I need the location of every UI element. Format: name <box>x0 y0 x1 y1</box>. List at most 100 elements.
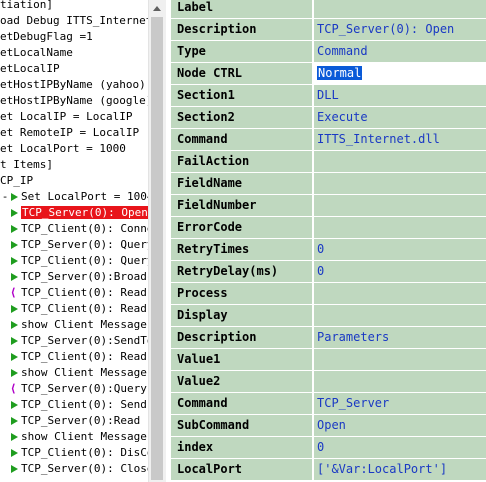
property-row[interactable]: LocalPort ['&Var:LocalPort'] <box>171 459 486 481</box>
tree-item-label: tiation] <box>0 0 53 11</box>
tree-item[interactable]: etDebugFlag =1 <box>0 29 93 45</box>
tree-item[interactable]: etHostIPByName (yahoo) <box>0 77 146 93</box>
tree-item[interactable]: tiation] <box>0 0 53 13</box>
tree-item-label: etHostIPByName (yahoo) <box>0 78 146 91</box>
property-value[interactable] <box>314 0 486 18</box>
property-value[interactable]: Parameters <box>314 327 486 348</box>
property-value[interactable] <box>314 349 486 370</box>
property-row[interactable]: RetryTimes 0 <box>171 239 486 261</box>
tree-item[interactable]: TCP_Client(0): QueryCli <box>0 253 148 269</box>
tree-item[interactable]: CP_IP <box>0 173 33 189</box>
tree-item[interactable]: TCP_Server(0):SendTo <box>0 333 148 349</box>
tree-item[interactable]: TCP_Server(0): QueryCli <box>0 237 148 253</box>
play-arrow-icon <box>11 337 18 345</box>
play-arrow-icon <box>11 401 18 409</box>
tree-item[interactable]: TCP_Client(0): Send <box>0 397 147 413</box>
property-value[interactable] <box>314 173 486 194</box>
tree-item[interactable]: TCP_Server(0):Read <box>0 413 140 429</box>
property-row[interactable]: Section2 Execute <box>171 107 486 129</box>
property-row[interactable]: ErrorCode <box>171 217 486 239</box>
property-row[interactable]: Type Command <box>171 41 486 63</box>
property-value[interactable]: DLL <box>314 85 486 106</box>
property-row[interactable]: Node CTRL Normal <box>171 63 486 85</box>
tree-item-label: TCP_Server(0): Open <box>21 206 148 219</box>
property-row[interactable]: Description TCP_Server(0): Open <box>171 19 486 41</box>
tree-item[interactable]: etLocalIP <box>0 61 60 77</box>
tree-vertical-scrollbar[interactable] <box>148 0 166 482</box>
tree-item[interactable]: et LocalPort = 1000 <box>0 141 126 157</box>
property-value[interactable]: 0 <box>314 261 486 282</box>
property-name: Command <box>171 129 313 150</box>
tree-item[interactable]: show Client Message <box>0 317 147 333</box>
property-value[interactable] <box>314 195 486 216</box>
property-name: Description <box>171 327 313 348</box>
property-grid: Label Description TCP_Server(0): Open Type C… <box>171 0 486 482</box>
tree-item[interactable]: etLocalName <box>0 45 73 61</box>
tree-item[interactable]: TCP_Client(0): Read <box>0 349 147 365</box>
tree-item-label: TCP_Client(0): QueryCli <box>21 254 148 267</box>
property-value[interactable]: Execute <box>314 107 486 128</box>
property-name: Label <box>171 0 313 18</box>
tree-item-label: TCP_Server(0): QueryCli <box>21 238 148 251</box>
tree-item[interactable]: ⟨ TCP_Client(0): Read <box>0 285 147 301</box>
scroll-up-arrow-icon[interactable] <box>149 0 166 17</box>
tree-item[interactable]: TCP_Client(0): Read <box>0 301 147 317</box>
property-value[interactable]: 0 <box>314 239 486 260</box>
property-value[interactable] <box>314 283 486 304</box>
scroll-thumb[interactable] <box>151 17 163 480</box>
property-row[interactable]: Description Parameters <box>171 327 486 349</box>
property-row[interactable]: Section1 DLL <box>171 85 486 107</box>
script-tree[interactable]: tiation] oad Debug ITTS_Internet etDebugFl… <box>0 0 148 482</box>
play-arrow-icon <box>11 369 18 377</box>
property-value[interactable] <box>314 217 486 238</box>
property-value[interactable]: TCP_Server <box>314 393 486 414</box>
tree-item[interactable]: - Set LocalPort = 10048 <box>0 189 148 205</box>
property-row[interactable]: Process <box>171 283 486 305</box>
selected-text[interactable]: Normal <box>317 66 363 80</box>
property-row[interactable]: SubCommand Open <box>171 415 486 437</box>
property-value[interactable] <box>314 151 486 172</box>
property-name: Node CTRL <box>171 63 313 84</box>
tree-item[interactable]: TCP_Server(0):Broadcast <box>0 269 148 285</box>
property-row[interactable]: index 0 <box>171 437 486 459</box>
tree-item[interactable]: TCP_Client(0): Connect <box>0 221 148 237</box>
property-row[interactable]: FieldName <box>171 173 486 195</box>
tree-item[interactable]: TCP_Server(0): Open <box>0 205 148 221</box>
property-value[interactable]: ITTS_Internet.dll <box>314 129 486 150</box>
tree-item[interactable]: show Client Message <box>0 429 147 445</box>
property-row[interactable]: Label <box>171 0 486 19</box>
property-row[interactable]: Value2 <box>171 371 486 393</box>
property-value[interactable]: TCP_Server(0): Open <box>314 19 486 40</box>
property-name: Description <box>171 19 313 40</box>
tree-item[interactable]: TCP_Server(0): Close <box>0 461 148 477</box>
tree-item[interactable]: et LocalIP = LocalIP <box>0 109 132 125</box>
property-value[interactable] <box>314 305 486 326</box>
property-name: index <box>171 437 313 458</box>
property-row[interactable]: Display <box>171 305 486 327</box>
property-value[interactable]: Command <box>314 41 486 62</box>
property-row[interactable]: Value1 <box>171 349 486 371</box>
tree-item[interactable]: TCP_Client(0): DisConne <box>0 445 148 461</box>
property-row[interactable]: FailAction <box>171 151 486 173</box>
property-row[interactable]: Command ITTS_Internet.dll <box>171 129 486 151</box>
tree-item[interactable]: oad Debug ITTS_Internet <box>0 13 148 29</box>
tree-item[interactable]: etHostIPByName (google) <box>0 93 148 109</box>
property-row[interactable]: RetryDelay(ms) 0 <box>171 261 486 283</box>
property-value[interactable]: ['&Var:LocalPort'] <box>314 459 486 480</box>
tree-item[interactable]: et RemoteIP = LocalIP <box>0 125 139 141</box>
tree-item[interactable]: show Client Message <box>0 365 147 381</box>
play-arrow-icon <box>11 433 18 441</box>
tree-item-label: TCP_Client(0): Read <box>21 302 147 315</box>
property-value[interactable]: Open <box>314 415 486 436</box>
property-value[interactable]: 0 <box>314 437 486 458</box>
tree-item-label: TCP_Client(0): Send <box>21 398 147 411</box>
property-value[interactable] <box>314 371 486 392</box>
property-row[interactable]: Command TCP_Server <box>171 393 486 415</box>
property-name: FieldNumber <box>171 195 313 216</box>
property-value-editor[interactable]: Normal <box>314 63 486 84</box>
play-arrow-icon <box>11 273 18 281</box>
tree-item[interactable]: t Items] <box>0 157 53 173</box>
property-row[interactable]: FieldNumber <box>171 195 486 217</box>
tree-item[interactable]: ⟨ TCP_Server(0):Query <box>0 381 147 397</box>
play-arrow-icon <box>11 305 18 313</box>
